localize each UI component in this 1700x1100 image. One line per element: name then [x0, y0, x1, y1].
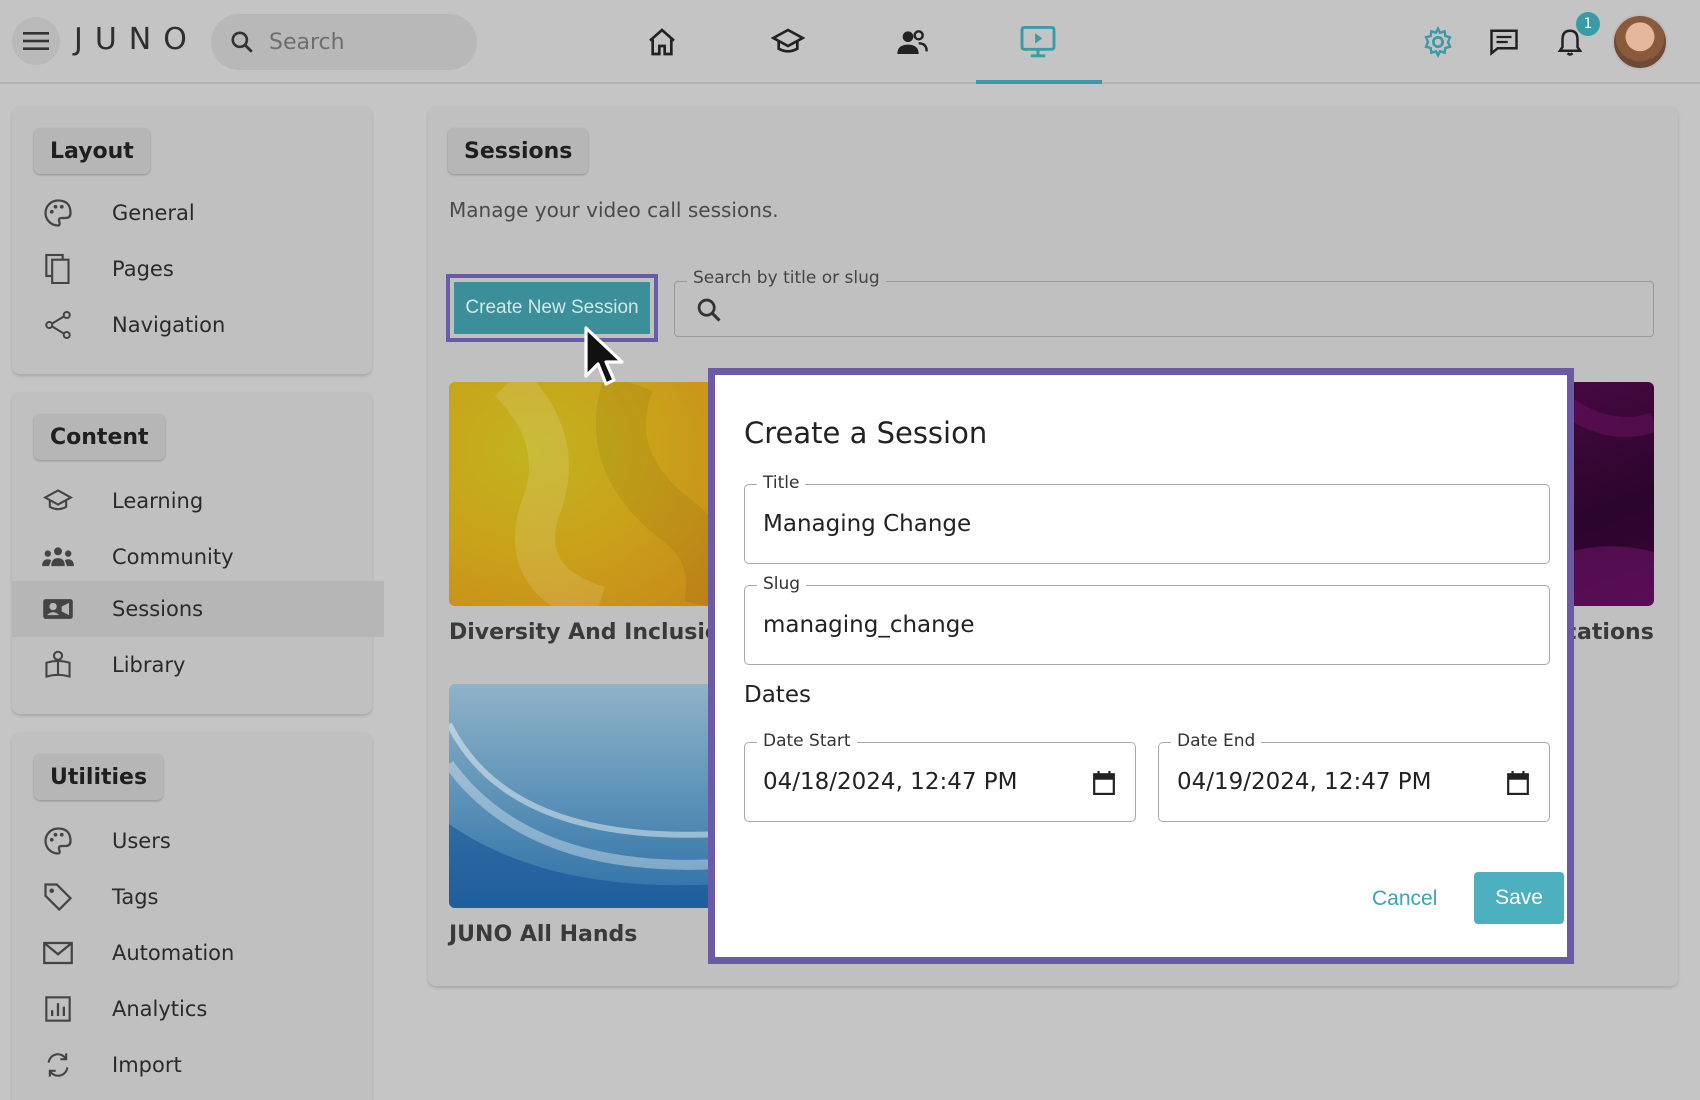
- date-end-value: 04/19/2024, 12:47 PM: [1177, 769, 1432, 795]
- search-field-label: Search by title or slug: [687, 268, 886, 288]
- sidebar-item-label: Analytics: [112, 997, 208, 1021]
- pages-icon: [40, 251, 76, 287]
- sidebar-item-label: Community: [112, 545, 234, 569]
- menu-icon[interactable]: [12, 17, 60, 65]
- sidebar-item-sessions[interactable]: Sessions: [12, 581, 384, 637]
- sidebar-item-import[interactable]: Import: [12, 1038, 384, 1092]
- palette-icon: [40, 823, 76, 859]
- share-icon: [40, 307, 76, 343]
- community-icon: [40, 539, 76, 575]
- sidebar-item-pages[interactable]: Pages: [12, 242, 384, 296]
- sidebar-item-label: Automation: [112, 941, 235, 965]
- active-tab-indicator: [976, 80, 1102, 84]
- sidebar-item-label: Pages: [112, 257, 174, 281]
- sidebar-content-card: Content Learning Community Sessions Libr…: [12, 392, 384, 714]
- section-title-content: Content: [34, 414, 165, 460]
- session-tile-title[interactable]: JUNO All Hands: [449, 922, 637, 947]
- title-field[interactable]: Title Managing Change: [744, 473, 1550, 564]
- title-field-label: Title: [757, 473, 806, 493]
- library-icon: [40, 647, 76, 683]
- create-session-dialog: Create a Session Title Managing Change S…: [722, 382, 1564, 950]
- sidebar-item-label: Navigation: [112, 313, 226, 337]
- sidebar-item-community[interactable]: Community: [12, 530, 384, 584]
- dialog-title: Create a Session: [744, 416, 988, 450]
- cancel-button[interactable]: Cancel: [1372, 887, 1437, 911]
- top-bar: JUNO Search 1: [0, 0, 1700, 84]
- save-button[interactable]: Save: [1474, 872, 1564, 924]
- sidebar-item-users[interactable]: Users: [12, 814, 384, 868]
- session-tile-image[interactable]: [449, 684, 719, 908]
- title-field-value: Managing Change: [763, 511, 972, 537]
- sidebar-item-automation[interactable]: Automation: [12, 926, 384, 980]
- mouse-cursor-icon: [584, 326, 624, 386]
- app-logo[interactable]: JUNO: [74, 22, 199, 57]
- sessions-icon[interactable]: [1018, 22, 1058, 62]
- home-icon[interactable]: [642, 22, 682, 62]
- sidebar-item-label: Library: [112, 653, 186, 677]
- slug-field-value: managing_change: [763, 612, 975, 638]
- page-title: Sessions: [448, 128, 589, 174]
- sidebar-item-label: General: [112, 201, 195, 225]
- analytics-icon: [40, 991, 76, 1027]
- learning-icon[interactable]: [768, 22, 808, 62]
- messages-icon[interactable]: [1484, 22, 1524, 62]
- page-subtitle: Manage your video call sessions.: [449, 198, 779, 222]
- session-tile-image[interactable]: [449, 382, 719, 606]
- sidebar-item-label: Import: [112, 1053, 182, 1077]
- dates-heading: Dates: [744, 682, 811, 708]
- sidebar-item-label: Sessions: [112, 597, 204, 621]
- palette-icon: [40, 195, 76, 231]
- sync-icon: [40, 1047, 76, 1083]
- sidebar-item-library[interactable]: Library: [12, 638, 384, 692]
- date-end-label: Date End: [1171, 731, 1262, 751]
- sidebar-item-label: Learning: [112, 489, 204, 513]
- calendar-icon[interactable]: [1093, 771, 1115, 795]
- section-title-layout: Layout: [34, 128, 150, 174]
- session-search-input[interactable]: Search by title or slug: [674, 268, 1654, 337]
- tag-icon: [40, 879, 76, 915]
- calendar-icon[interactable]: [1507, 771, 1529, 795]
- global-search[interactable]: Search: [211, 14, 477, 70]
- notification-badge: 1: [1576, 12, 1600, 36]
- avatar[interactable]: [1612, 14, 1668, 70]
- sidebar-item-tags[interactable]: Tags: [12, 870, 384, 924]
- sidebar-layout-card: Layout General Pages Navigation: [12, 106, 372, 374]
- community-icon[interactable]: [892, 22, 932, 62]
- settings-icon[interactable]: [1418, 22, 1458, 62]
- slug-field[interactable]: Slug managing_change: [744, 574, 1550, 665]
- sidebar-utilities-card: Utilities Users Tags Automation Analytic…: [12, 732, 372, 1100]
- sidebar-item-label: Users: [112, 829, 171, 853]
- search-icon: [231, 31, 253, 53]
- sidebar-item-label: Tags: [112, 885, 159, 909]
- learning-icon: [40, 483, 76, 519]
- sidebar-item-navigation[interactable]: Navigation: [12, 298, 384, 352]
- sidebar-item-analytics[interactable]: Analytics: [12, 982, 384, 1036]
- search-placeholder: Search: [269, 29, 345, 55]
- date-end-field[interactable]: Date End 04/19/2024, 12:47 PM: [1158, 731, 1550, 822]
- create-session-dialog-highlight: Create a Session Title Managing Change S…: [708, 368, 1574, 964]
- sidebar-item-general[interactable]: General: [12, 186, 384, 240]
- sidebar-item-learning[interactable]: Learning: [12, 474, 384, 528]
- section-title-utilities: Utilities: [34, 754, 164, 800]
- session-tile-title[interactable]: cations: [1564, 620, 1654, 645]
- date-start-field[interactable]: Date Start 04/18/2024, 12:47 PM: [744, 731, 1136, 822]
- video-icon: [40, 591, 76, 627]
- session-tile-title[interactable]: Diversity And Inclusion: [449, 620, 736, 645]
- date-start-value: 04/18/2024, 12:47 PM: [763, 769, 1018, 795]
- slug-field-label: Slug: [757, 574, 807, 594]
- date-start-label: Date Start: [757, 731, 857, 751]
- search-icon: [697, 298, 721, 322]
- mail-icon: [40, 935, 76, 971]
